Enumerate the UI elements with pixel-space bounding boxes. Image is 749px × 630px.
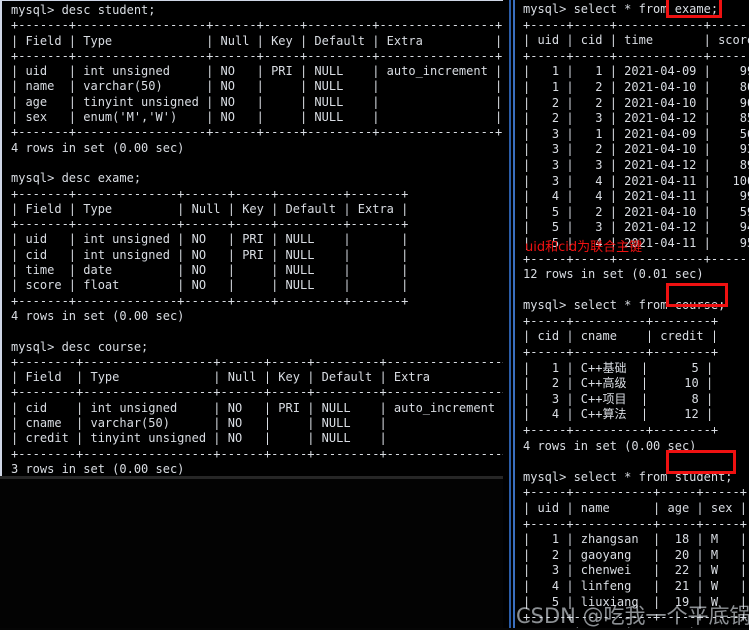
terminal-left-content: mysql> desc student; +-------+----------… <box>2 1 511 476</box>
screenshot-root: mysql> desc student; +-------+----------… <box>0 0 749 628</box>
terminal-left-output: mysql> desc student; +-------+----------… <box>11 3 510 476</box>
panel-gap <box>503 0 513 628</box>
terminal-right-output: mysql> select * from exame; +-----+-----… <box>523 2 749 628</box>
terminal-right-content: mysql> select * from exame; +-----+-----… <box>515 0 749 628</box>
csdn-watermark: CSDN @吃我一个平底锅 <box>516 604 749 628</box>
annotation-note-exame-pk: uid和cid为联合主键 <box>525 240 643 255</box>
desktop-background-lower-left <box>0 476 511 628</box>
terminal-window-left[interactable]: mysql> desc student; +-------+----------… <box>0 0 511 476</box>
terminal-window-right[interactable]: mysql> select * from exame; +-----+-----… <box>513 0 749 628</box>
panel-divider-line <box>509 0 511 628</box>
